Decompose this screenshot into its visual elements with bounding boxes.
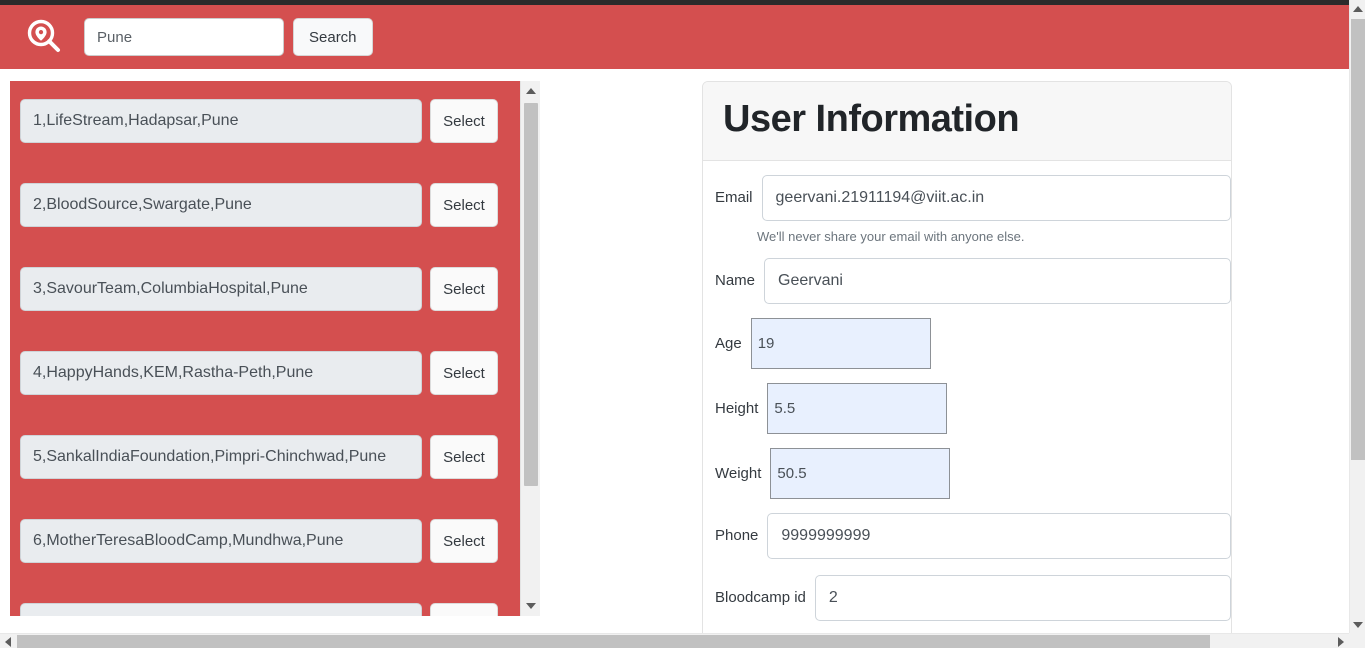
- select-button[interactable]: Select: [430, 351, 498, 395]
- select-button[interactable]: Select: [430, 183, 498, 227]
- name-row: Name Geervani: [703, 257, 1231, 304]
- bloodcamp-list-panel: 1,LifeStream,Hadapsar,Pune Select 2,Bloo…: [10, 81, 540, 616]
- select-button[interactable]: Select: [430, 99, 498, 143]
- user-information-card: User Information Email geervani.21911194…: [702, 81, 1232, 648]
- phone-field[interactable]: 9999999999: [767, 512, 1231, 559]
- camp-name-field[interactable]: 2,BloodSource,Swargate,Pune: [20, 183, 422, 227]
- page-scroll-right-arrow[interactable]: [1333, 634, 1349, 648]
- page-scroll-down-arrow[interactable]: [1350, 616, 1365, 633]
- user-card-body: Email geervani.21911194@viit.ac.in We'll…: [703, 174, 1231, 648]
- camp-name-field[interactable]: 4,HappyHands,KEM,Rastha-Peth,Pune: [20, 351, 422, 395]
- list-scrollbar-thumb[interactable]: [524, 103, 538, 486]
- app-header: Search: [0, 5, 1349, 69]
- height-field[interactable]: 5.5: [767, 382, 948, 434]
- bloodcamp-id-field[interactable]: 2: [814, 574, 1231, 621]
- camp-name-field[interactable]: 3,SavourTeam,ColumbiaHospital,Pune: [20, 267, 422, 311]
- phone-label: Phone: [715, 527, 759, 545]
- list-item[interactable]: 5,SankalIndiaFoundation,Pimpri-Chinchwad…: [10, 423, 520, 491]
- age-row: Age 19: [703, 317, 1231, 369]
- page-viewport: Search 1,LifeStream,Hadapsar,Pune Select…: [0, 0, 1365, 648]
- weight-field[interactable]: 50.5: [770, 447, 951, 499]
- scroll-up-arrow[interactable]: [521, 81, 540, 101]
- list-item[interactable]: 2,BloodSource,Swargate,Pune Select: [10, 171, 520, 239]
- search-button[interactable]: Search: [293, 18, 373, 56]
- list-item[interactable]: 3,SavourTeam,ColumbiaHospital,Pune Selec…: [10, 255, 520, 323]
- page-scroll-up-arrow[interactable]: [1350, 0, 1365, 17]
- page-scroll-left-arrow[interactable]: [0, 634, 16, 648]
- name-label: Name: [715, 272, 756, 290]
- list-scrollbar[interactable]: [520, 81, 540, 616]
- weight-row: Weight 50.5: [703, 447, 1231, 499]
- bloodcamp-list: 1,LifeStream,Hadapsar,Pune Select 2,Bloo…: [10, 81, 520, 616]
- height-row: Height 5.5: [703, 382, 1231, 434]
- page-title: User Information: [723, 98, 1020, 140]
- select-button[interactable]: Select: [430, 519, 498, 563]
- email-label: Email: [715, 189, 753, 207]
- camp-name-field[interactable]: 1,LifeStream,Hadapsar,Pune: [20, 99, 422, 143]
- list-item[interactable]: 4,HappyHands,KEM,Rastha-Peth,Pune Select: [10, 339, 520, 407]
- select-button[interactable]: Select: [430, 267, 498, 311]
- horizontal-scrollbar[interactable]: [0, 633, 1349, 648]
- email-field[interactable]: geervani.21911194@viit.ac.in: [761, 174, 1231, 221]
- camp-name-field[interactable]: [20, 603, 422, 616]
- email-help-text: We'll never share your email with anyone…: [757, 228, 1025, 244]
- user-card-header: User Information: [703, 82, 1231, 161]
- location-search-icon: [22, 15, 66, 59]
- vertical-scrollbar-thumb[interactable]: [1351, 19, 1365, 460]
- name-field[interactable]: Geervani: [764, 257, 1231, 304]
- weight-label: Weight: [715, 464, 762, 482]
- height-label: Height: [715, 399, 759, 417]
- age-label: Age: [715, 334, 742, 352]
- list-item[interactable]: 6,MotherTeresaBloodCamp,Mundhwa,Pune Sel…: [10, 507, 520, 575]
- select-button[interactable]: Select: [430, 435, 498, 479]
- camp-name-field[interactable]: 5,SankalIndiaFoundation,Pimpri-Chinchwad…: [20, 435, 422, 479]
- camp-name-field[interactable]: 6,MotherTeresaBloodCamp,Mundhwa,Pune: [20, 519, 422, 563]
- bloodcamp-id-label: Bloodcamp id: [715, 589, 806, 607]
- list-item[interactable]: 1,LifeStream,Hadapsar,Pune Select: [10, 87, 520, 155]
- scroll-down-arrow[interactable]: [521, 596, 540, 616]
- vertical-scrollbar[interactable]: [1349, 0, 1365, 633]
- age-field[interactable]: 19: [750, 317, 931, 369]
- list-item[interactable]: [10, 591, 520, 616]
- scrollbar-corner: [1349, 633, 1365, 648]
- select-button[interactable]: [430, 603, 498, 616]
- email-row: Email geervani.21911194@viit.ac.in: [703, 174, 1231, 221]
- horizontal-scrollbar-thumb[interactable]: [17, 635, 1210, 648]
- phone-row: Phone 9999999999: [703, 512, 1231, 559]
- search-input[interactable]: [84, 18, 284, 56]
